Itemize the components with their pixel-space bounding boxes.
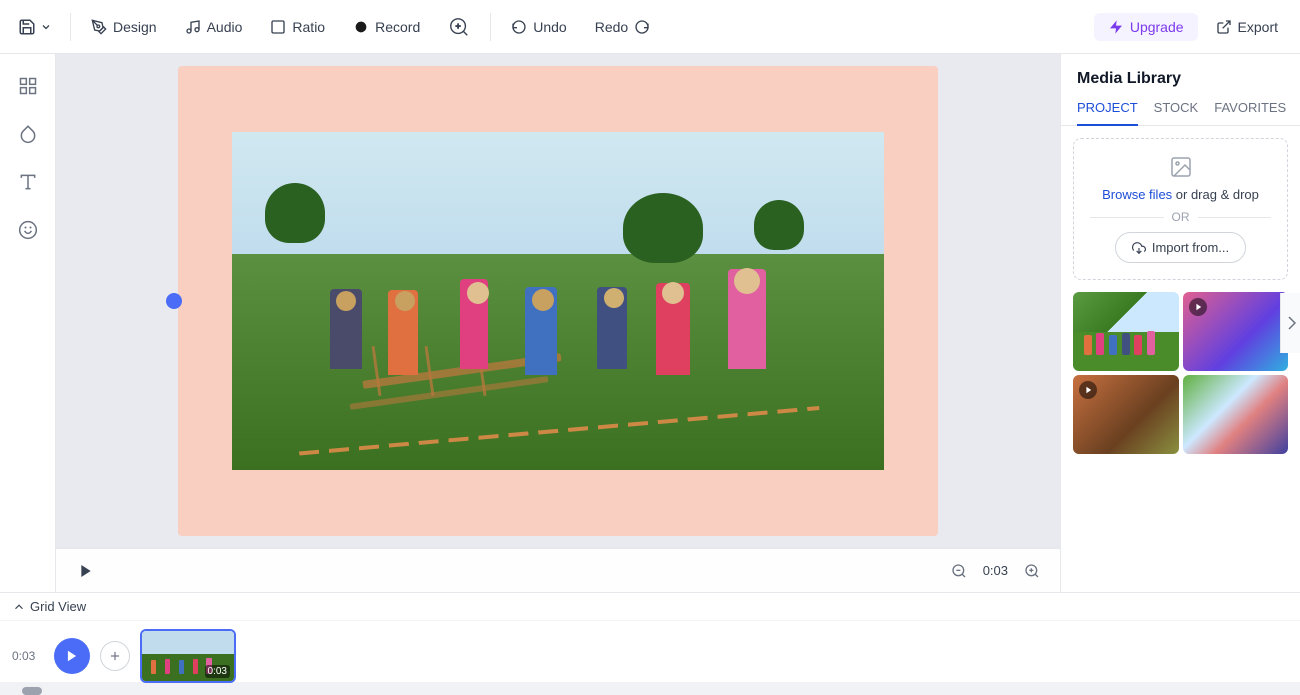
canvas-frame[interactable] bbox=[178, 66, 938, 536]
search-button[interactable] bbox=[436, 10, 482, 44]
toolbar-divider-1 bbox=[70, 13, 71, 41]
video-indicator-3 bbox=[1079, 381, 1097, 399]
main-area: 0:03 Media Library PROJECT STOCK bbox=[0, 54, 1300, 592]
add-icon bbox=[108, 649, 122, 663]
import-from-button[interactable]: Import from... bbox=[1115, 232, 1246, 263]
thumb-image-1 bbox=[1073, 292, 1179, 371]
export-label: Export bbox=[1238, 19, 1278, 35]
emoji-icon bbox=[18, 220, 38, 240]
grid-view-icon bbox=[12, 600, 26, 614]
undo-button[interactable]: Undo bbox=[499, 13, 578, 41]
media-thumb-1[interactable] bbox=[1073, 292, 1179, 371]
canvas-time-display: 0:03 bbox=[983, 563, 1008, 578]
search-icon bbox=[448, 16, 470, 38]
tab-favorites[interactable]: FAVORITES bbox=[1214, 100, 1286, 125]
timeline-header: Grid View bbox=[0, 593, 1300, 621]
zoom-in-icon bbox=[1024, 563, 1040, 579]
right-panel-container: Media Library PROJECT STOCK FAVORITES bbox=[1060, 54, 1300, 592]
video-indicator-2 bbox=[1189, 298, 1207, 316]
canvas-video bbox=[232, 132, 884, 470]
media-library-title: Media Library bbox=[1061, 54, 1300, 88]
timeline-play-icon bbox=[65, 649, 79, 663]
redo-label: Redo bbox=[595, 19, 628, 35]
sidebar-text-tool[interactable] bbox=[8, 162, 48, 202]
audio-icon bbox=[185, 19, 201, 35]
play-icon bbox=[78, 563, 94, 579]
zoom-in-button[interactable] bbox=[1020, 559, 1044, 583]
toolbar: Design Audio Ratio Record bbox=[0, 0, 1300, 54]
timeline-clip-1[interactable]: 0:03 bbox=[140, 629, 236, 683]
grid-view-button[interactable]: Grid View bbox=[12, 599, 86, 614]
sidebar-layout-tool[interactable] bbox=[8, 66, 48, 106]
panel-tabs: PROJECT STOCK FAVORITES bbox=[1061, 88, 1300, 126]
media-thumb-4[interactable] bbox=[1183, 375, 1289, 454]
media-grid bbox=[1061, 292, 1300, 466]
kids-scene-image bbox=[232, 132, 884, 470]
canvas-wrapper[interactable] bbox=[56, 54, 1060, 548]
record-button[interactable]: Record bbox=[341, 13, 432, 41]
record-label: Record bbox=[375, 19, 420, 35]
timeline-indicator bbox=[166, 293, 182, 309]
ratio-button[interactable]: Ratio bbox=[258, 13, 337, 41]
design-icon bbox=[91, 19, 107, 35]
sidebar-droplet-tool[interactable] bbox=[8, 114, 48, 154]
ratio-label: Ratio bbox=[292, 19, 325, 35]
video-play-icon-2 bbox=[1194, 303, 1202, 311]
timeline-content: 0:03 0:03 bbox=[0, 621, 1300, 691]
panel-scroll-indicator[interactable] bbox=[1280, 293, 1300, 353]
save-button[interactable] bbox=[8, 12, 62, 42]
zoom-out-button[interactable] bbox=[947, 559, 971, 583]
redo-icon bbox=[634, 19, 650, 35]
upgrade-icon bbox=[1108, 19, 1124, 35]
export-button[interactable]: Export bbox=[1202, 13, 1292, 41]
upgrade-label: Upgrade bbox=[1130, 19, 1184, 35]
audio-button[interactable]: Audio bbox=[173, 13, 255, 41]
text-icon bbox=[18, 172, 38, 192]
image-upload-icon bbox=[1169, 155, 1193, 179]
sidebar-emoji-tool[interactable] bbox=[8, 210, 48, 250]
import-icon bbox=[1132, 241, 1146, 255]
grid-view-label: Grid View bbox=[30, 599, 86, 614]
droplet-icon bbox=[18, 124, 38, 144]
video-controls-bar: 0:03 bbox=[56, 548, 1060, 592]
thumb-image-4 bbox=[1183, 375, 1289, 454]
record-icon bbox=[353, 19, 369, 35]
export-icon bbox=[1216, 19, 1232, 35]
save-dropdown-icon bbox=[40, 21, 52, 33]
media-thumb-3[interactable] bbox=[1073, 375, 1179, 454]
video-play-icon-3 bbox=[1084, 386, 1092, 394]
clip-duration: 0:03 bbox=[205, 665, 230, 678]
save-icon bbox=[18, 18, 36, 36]
upload-area[interactable]: Browse files or drag & drop OR Import fr… bbox=[1073, 138, 1288, 280]
left-sidebar bbox=[0, 54, 56, 592]
upgrade-button[interactable]: Upgrade bbox=[1094, 13, 1198, 41]
design-button[interactable]: Design bbox=[79, 13, 169, 41]
browse-files-link[interactable]: Browse files bbox=[1102, 187, 1172, 202]
media-thumb-2[interactable] bbox=[1183, 292, 1289, 371]
chevron-right-icon bbox=[1286, 316, 1296, 330]
undo-icon bbox=[511, 19, 527, 35]
audio-label: Audio bbox=[207, 19, 243, 35]
tab-stock[interactable]: STOCK bbox=[1154, 100, 1199, 125]
redo-button[interactable]: Redo bbox=[583, 13, 662, 41]
timeline-scroll-handle[interactable] bbox=[22, 687, 42, 695]
timeline-area: Grid View 0:03 0:03 bbox=[0, 592, 1300, 682]
media-library-panel: Media Library PROJECT STOCK FAVORITES bbox=[1060, 54, 1300, 592]
canvas-play-button[interactable] bbox=[72, 557, 100, 585]
upload-or-divider: OR bbox=[1090, 210, 1271, 224]
timeline-add-button[interactable] bbox=[100, 641, 130, 671]
timeline-timestamp: 0:03 bbox=[12, 649, 44, 663]
undo-label: Undo bbox=[533, 19, 566, 35]
ratio-icon bbox=[270, 19, 286, 35]
timeline-play-button[interactable] bbox=[54, 638, 90, 674]
design-label: Design bbox=[113, 19, 157, 35]
toolbar-divider-2 bbox=[490, 13, 491, 41]
tab-project[interactable]: PROJECT bbox=[1077, 100, 1138, 125]
layout-icon bbox=[18, 76, 38, 96]
zoom-out-icon bbox=[951, 563, 967, 579]
canvas-area: 0:03 bbox=[56, 54, 1060, 592]
upload-browse-text: Browse files or drag & drop bbox=[1102, 187, 1259, 202]
